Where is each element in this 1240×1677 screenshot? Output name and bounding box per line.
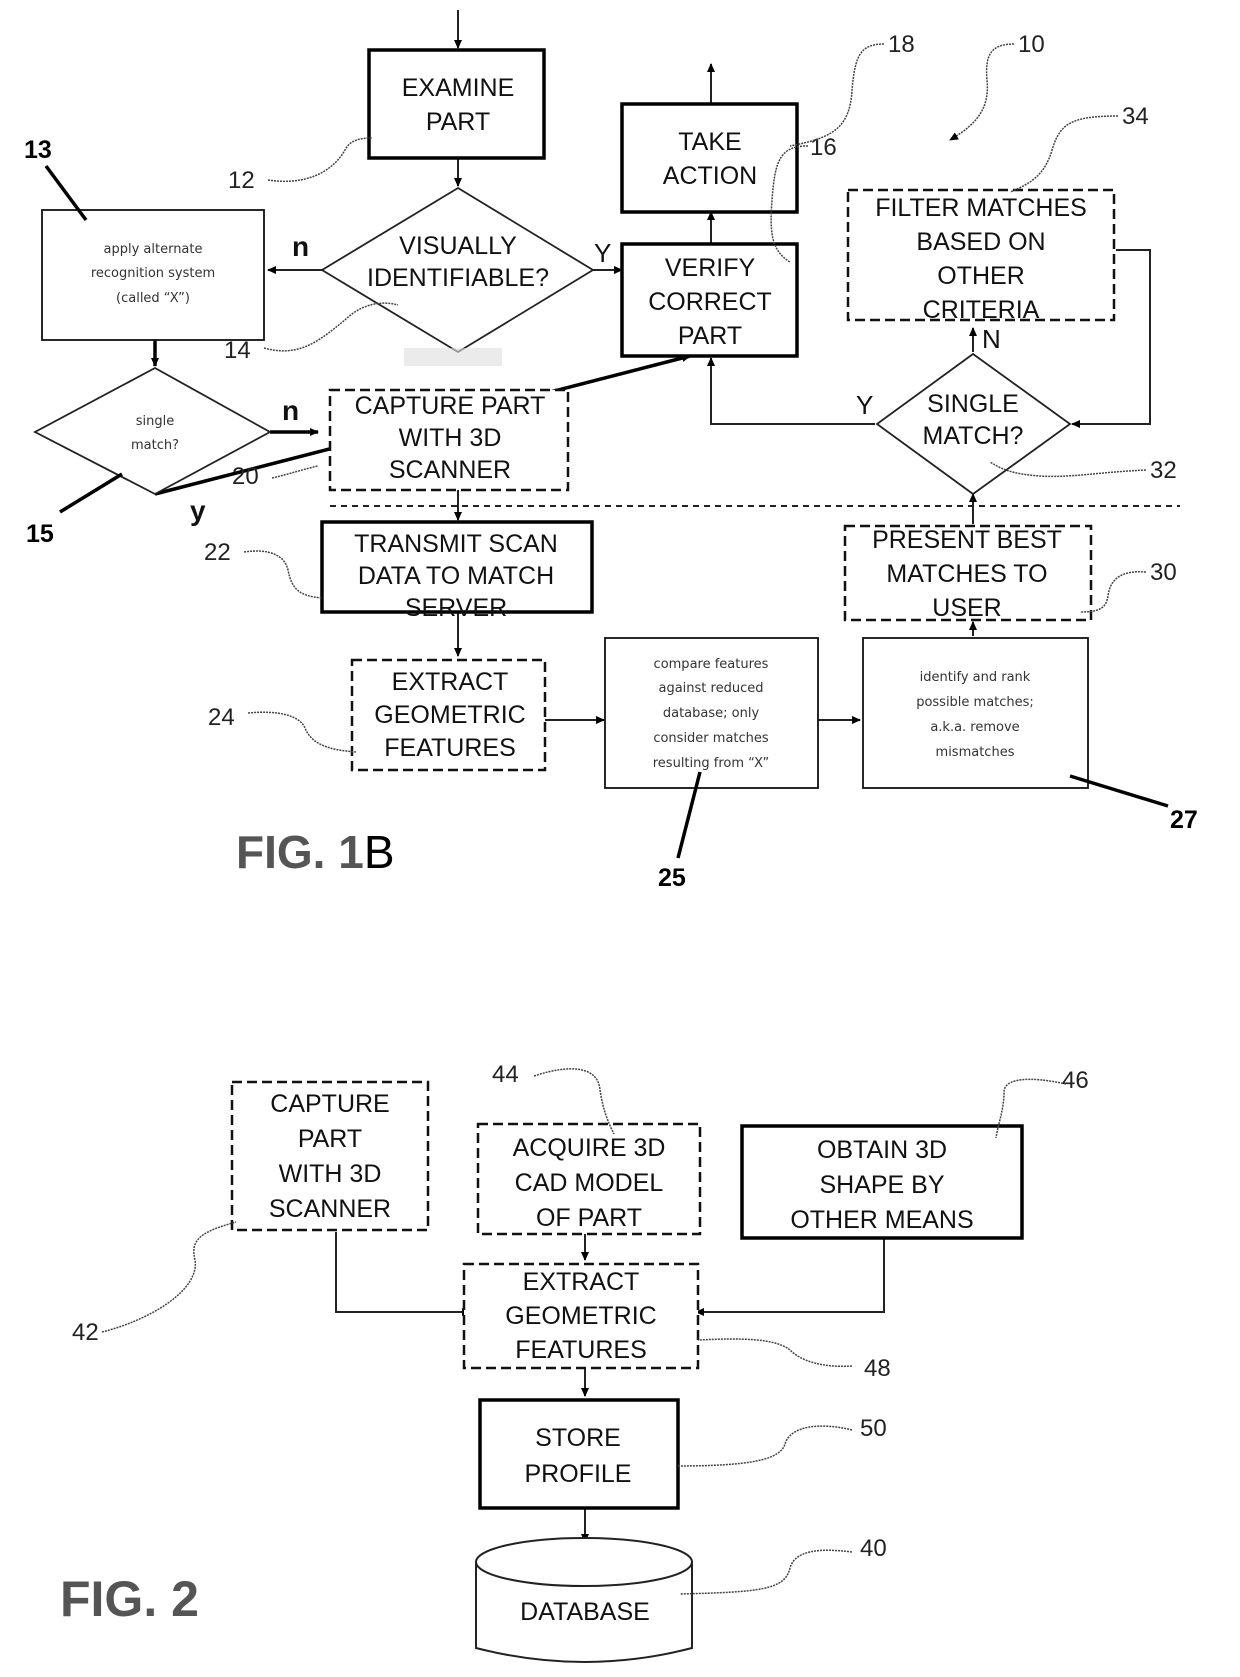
fig-1b-title: FIG. 1B — [236, 826, 395, 878]
examine-part-box — [367, 48, 546, 160]
edge-label-single-yes: Y — [856, 390, 873, 420]
fig2-database-label: DATABASE — [520, 1598, 650, 1626]
ref-32: 32 — [1150, 457, 1177, 484]
leader-24 — [247, 711, 357, 753]
ref-15: 15 — [26, 520, 54, 548]
fig2-leader-40 — [679, 1549, 853, 1595]
ref-18: 18 — [888, 31, 915, 58]
leader-18 — [789, 43, 885, 147]
fig2-leader-48 — [697, 1338, 853, 1368]
identify-rank-box — [862, 637, 1089, 789]
fig2-extract-features-label: EXTRACT GEOMETRIC FEATURES — [505, 1268, 656, 1364]
ref-13: 13 — [24, 136, 52, 164]
ref-14: 14 — [224, 337, 251, 364]
fig2-ref-48: 48 — [864, 1355, 891, 1382]
fig2-ref-40: 40 — [860, 1535, 887, 1562]
ref-24: 24 — [208, 704, 235, 731]
leader-22 — [243, 550, 323, 599]
fig2-arrow-capture-to-extract — [335, 1232, 471, 1316]
fig2-ref-44: 44 — [492, 1061, 519, 1088]
edge-label-small-yes: y — [190, 495, 206, 526]
leader-15 — [59, 472, 123, 514]
ref-16: 16 — [810, 134, 837, 161]
extract-features-label: EXTRACT GEOMETRIC FEATURES — [374, 668, 525, 762]
ref-20: 20 — [232, 463, 259, 490]
ref-34: 34 — [1122, 103, 1149, 130]
leader-34 — [1009, 115, 1119, 193]
scan-artifact — [404, 348, 502, 366]
leader-27 — [1069, 774, 1169, 808]
fig2-ref-42: 42 — [72, 1319, 99, 1346]
fig2-store-profile-box — [478, 1398, 680, 1510]
patent-flowchart: EXAMINE PART VISUALLY IDENTIFIABLE? VERIFY… — [24, 10, 1198, 1663]
edge-label-visual-no: n — [292, 231, 309, 262]
edge-label-visual-yes: Y — [594, 238, 611, 268]
ref-10: 10 — [1018, 31, 1045, 58]
ref-25: 25 — [658, 864, 686, 892]
fig2-leader-50 — [675, 1425, 853, 1467]
ref-27: 27 — [1170, 806, 1198, 834]
fig2-leader-42 — [101, 1221, 237, 1333]
leader-20 — [271, 465, 319, 479]
take-action-box — [620, 102, 799, 214]
leader-10 — [949, 43, 1015, 141]
fig-2-title: FIG. 2 — [60, 1571, 199, 1627]
ref-12: 12 — [228, 167, 255, 194]
leader-14 — [263, 302, 399, 352]
fig2-ref-50: 50 — [860, 1415, 887, 1442]
ref-30: 30 — [1150, 559, 1177, 586]
edge-label-single-no: N — [982, 324, 1001, 354]
edge-label-small-no: n — [282, 395, 299, 426]
fig2-ref-46: 46 — [1062, 1067, 1089, 1094]
leader-12 — [267, 137, 373, 183]
arrow-single-yes — [707, 357, 875, 425]
fig2-arrow-obtain-to-extract — [695, 1236, 885, 1316]
ref-22: 22 — [204, 539, 231, 566]
